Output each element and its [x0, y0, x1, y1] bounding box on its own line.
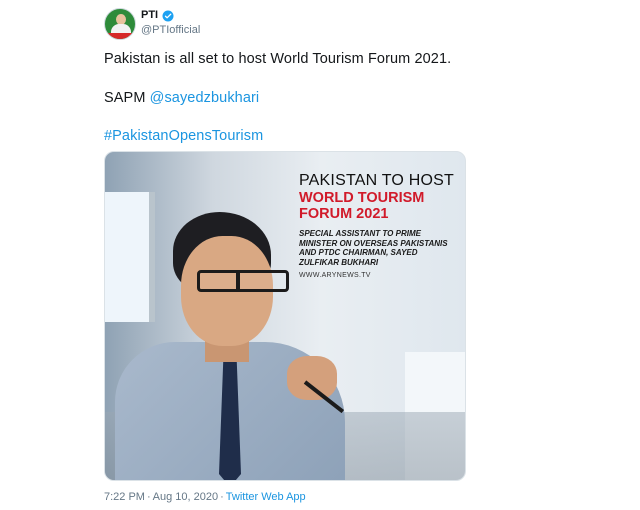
meta-separator: · [220, 491, 224, 503]
person-hand [287, 356, 337, 400]
tweet-meta: 7:22 PM · Aug 10, 2020 · Twitter Web App [104, 491, 306, 503]
media-subtext: SPECIAL ASSISTANT TO PRIME MINISTER ON O… [299, 229, 448, 267]
tweet-text-line-hashtag: #PakistanOpensTourism [104, 128, 263, 144]
media-site: WWW.ARYNEWS.TV [299, 272, 371, 279]
avatar[interactable] [104, 8, 136, 40]
meta-separator: · [146, 491, 151, 503]
glasses-bridge [236, 270, 240, 292]
media-headline-block: PAKISTAN TO HOST WORLD TOURISM FORUM 202… [299, 172, 459, 279]
author-handle[interactable]: @PTIofficial [141, 24, 200, 36]
author-name-row[interactable]: PTI [141, 9, 174, 22]
tweet-date[interactable]: Aug 10, 2020 [153, 491, 218, 503]
media-headline: PAKISTAN TO HOST [299, 172, 454, 189]
verified-badge-icon [162, 9, 174, 22]
avatar-band [105, 33, 135, 39]
tweet-text-prefix: SAPM [104, 90, 150, 106]
tweet-text-line-mention: SAPM @sayedzbukhari [104, 90, 259, 106]
tweet-card: PTI @PTIofficial Pakistan is all set to … [0, 0, 640, 510]
tweet-source[interactable]: Twitter Web App [226, 491, 306, 503]
tweet-text-line: Pakistan is all set to host World Touris… [104, 51, 452, 67]
display-name[interactable]: PTI [141, 9, 158, 21]
hashtag-link[interactable]: #PakistanOpensTourism [104, 128, 263, 144]
media-headline-red: WORLD TOURISM FORUM 2021 [299, 190, 425, 222]
mention-link[interactable]: @sayedzbukhari [150, 90, 260, 106]
glasses-icon [197, 270, 289, 292]
background-window [105, 192, 155, 322]
tweet-media-image[interactable]: PAKISTAN TO HOST WORLD TOURISM FORUM 202… [104, 151, 466, 481]
tweet-time[interactable]: 7:22 PM [104, 491, 145, 503]
